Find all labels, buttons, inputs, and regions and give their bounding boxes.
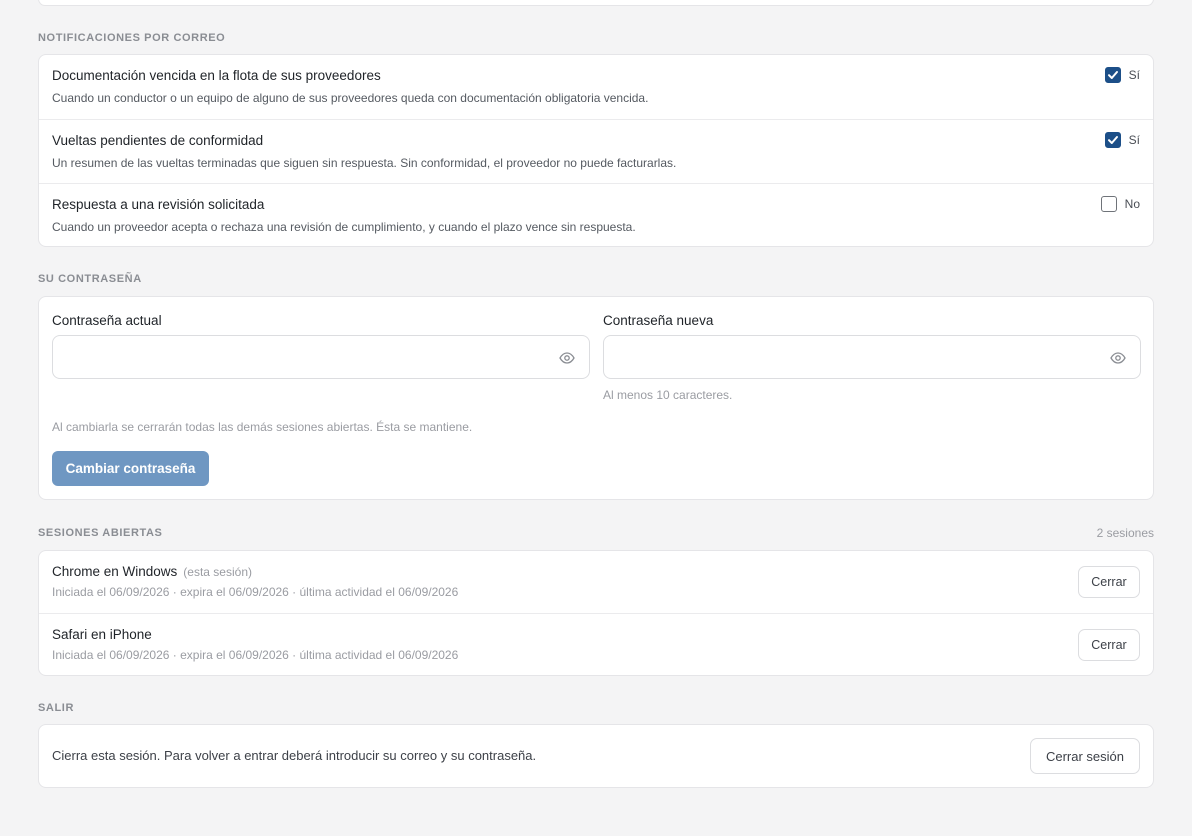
password-section-title: SU CONTRASEÑA (38, 273, 142, 285)
session-meta: Iniciada el 06/09/2026 · expira el 06/09… (52, 585, 459, 599)
sessions-section-title: SESIONES ABIERTAS (38, 527, 163, 539)
session-meta: Iniciada el 06/09/2026 · expira el 06/09… (52, 648, 459, 662)
password-card: Contraseña actual Contraseña nueva Al me… (38, 296, 1154, 500)
exit-description: Cierra esta sesión. Para volver a entrar… (52, 748, 537, 763)
session-title: Chrome en Windows (esta sesión) (52, 564, 252, 579)
new-password-label: Contraseña nueva (603, 313, 714, 328)
notification-title: Documentación vencida en la flota de sus… (52, 68, 381, 83)
previous-section-card (38, 0, 1154, 6)
session-device: Safari en iPhone (52, 627, 152, 642)
notification-toggle[interactable]: Sí (1104, 132, 1140, 148)
notification-toggle[interactable]: No (1100, 196, 1140, 212)
current-password-field[interactable] (52, 335, 590, 379)
checkbox-unchecked[interactable] (1100, 196, 1117, 212)
close-session-button[interactable]: Cerrar (1078, 629, 1140, 661)
checkbox-label: Sí (1128, 133, 1140, 147)
checkbox-checked[interactable] (1104, 132, 1121, 148)
current-session-tag: (esta sesión) (183, 565, 252, 579)
sessions-card: Chrome en Windows (esta sesión) Iniciada … (38, 550, 1154, 676)
notification-description: Cuando un proveedor acepta o rechaza una… (52, 220, 636, 234)
checkbox-checked[interactable] (1104, 67, 1121, 83)
check-icon (1107, 136, 1118, 144)
session-title: Safari en iPhone (52, 627, 152, 642)
session-row: Chrome en Windows (esta sesión) Iniciada … (39, 551, 1153, 614)
sessions-count: 2 sesiones (1096, 526, 1154, 540)
eye-icon[interactable] (559, 350, 575, 366)
exit-section-title: SALIR (38, 702, 74, 714)
notifications-card: Documentación vencida en la flota de sus… (38, 54, 1154, 247)
logout-button[interactable]: Cerrar sesión (1030, 738, 1140, 774)
notification-row: Documentación vencida en la flota de sus… (39, 55, 1153, 119)
notification-title: Respuesta a una revisión solicitada (52, 197, 265, 212)
new-password-field[interactable] (603, 335, 1141, 379)
password-note: Al cambiarla se cerrarán todas las demás… (52, 420, 473, 434)
notification-row: Respuesta a una revisión solicitada Cuan… (39, 183, 1153, 247)
session-device: Chrome en Windows (52, 564, 178, 579)
notification-description: Cuando un conductor o un equipo de algun… (52, 91, 649, 105)
exit-card: Cierra esta sesión. Para volver a entrar… (38, 724, 1154, 788)
notifications-section-title: NOTIFICACIONES POR CORREO (38, 32, 226, 44)
close-session-button[interactable]: Cerrar (1078, 566, 1140, 598)
checkbox-label: No (1124, 197, 1140, 211)
eye-icon[interactable] (1110, 350, 1126, 366)
notification-title: Vueltas pendientes de conformidad (52, 133, 264, 148)
new-password-hint: Al menos 10 caracteres. (603, 388, 733, 402)
check-icon (1107, 71, 1118, 79)
notification-row: Vueltas pendientes de conformidad Un res… (39, 119, 1153, 183)
checkbox-label: Sí (1128, 68, 1140, 82)
current-password-label: Contraseña actual (52, 313, 162, 328)
notification-description: Un resumen de las vueltas terminadas que… (52, 156, 677, 170)
change-password-button[interactable]: Cambiar contraseña (52, 451, 209, 486)
notification-toggle[interactable]: Sí (1104, 67, 1140, 83)
session-row: Safari en iPhone Iniciada el 06/09/2026 … (39, 613, 1153, 676)
